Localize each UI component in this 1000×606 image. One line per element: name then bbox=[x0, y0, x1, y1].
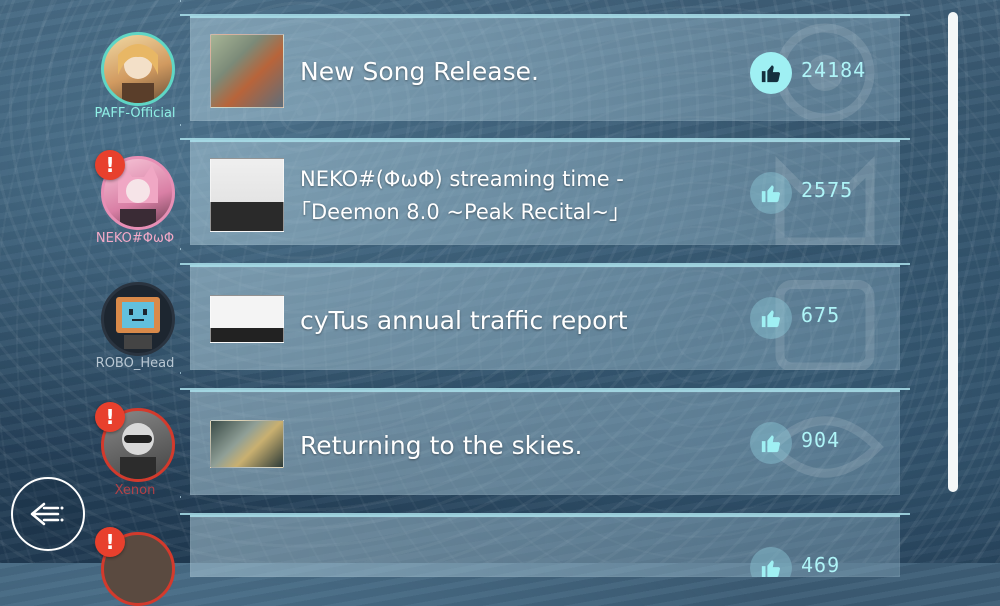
timeline-divider bbox=[180, 0, 181, 563]
post-thumbnail bbox=[210, 158, 284, 232]
user-portrait-icon bbox=[118, 44, 158, 103]
post-card[interactable]: NEKO#(ΦωΦ) streaming time - 「Deemon 8.0 … bbox=[190, 140, 900, 245]
post-thumbnail bbox=[210, 295, 284, 343]
like-count: 2575 bbox=[801, 178, 854, 202]
thumbs-up-icon bbox=[761, 435, 781, 453]
post-card[interactable]: New Song Release. 24184 bbox=[190, 16, 900, 121]
like-button[interactable] bbox=[750, 547, 792, 577]
like-button[interactable] bbox=[750, 52, 792, 94]
back-button[interactable] bbox=[11, 477, 85, 551]
post-card[interactable]: 469 bbox=[190, 515, 900, 577]
post-card[interactable]: cyTus annual traffic report 675 bbox=[190, 265, 900, 370]
robot-head-icon bbox=[116, 297, 160, 349]
like-count: 469 bbox=[801, 553, 841, 577]
username-label: PAFF-Official bbox=[94, 106, 176, 121]
username-label: NEKO#ΦωΦ bbox=[95, 231, 175, 246]
like-count: 904 bbox=[801, 428, 841, 452]
alert-badge-icon: ! bbox=[95, 402, 125, 432]
username-label: Xenon bbox=[114, 483, 156, 498]
username-label: ROBO_Head bbox=[95, 356, 175, 371]
thumbs-up-icon bbox=[761, 185, 781, 203]
like-button[interactable] bbox=[750, 422, 792, 464]
like-button[interactable] bbox=[750, 297, 792, 339]
post-title: Returning to the skies. bbox=[300, 431, 583, 460]
back-arrow-icon bbox=[30, 502, 64, 526]
avatar[interactable] bbox=[101, 32, 175, 106]
post-title-line-1: NEKO#(ΦωΦ) streaming time - bbox=[300, 167, 624, 191]
post-title: New Song Release. bbox=[300, 57, 539, 86]
thumbs-up-icon bbox=[761, 310, 781, 328]
scrollbar-thumb[interactable] bbox=[948, 12, 958, 492]
post-thumbnail bbox=[210, 34, 284, 108]
post-thumbnail bbox=[210, 420, 284, 468]
alert-badge-icon: ! bbox=[95, 527, 125, 557]
thumbs-up-icon bbox=[761, 65, 781, 83]
like-count: 24184 bbox=[801, 58, 867, 82]
avatar[interactable] bbox=[101, 282, 175, 356]
alert-badge-icon: ! bbox=[95, 150, 125, 180]
like-button[interactable] bbox=[750, 172, 792, 214]
post-title-line-2: 「Deemon 8.0 ~Peak Recital~」 bbox=[290, 200, 630, 224]
thumbs-up-icon bbox=[761, 560, 781, 577]
like-count: 675 bbox=[801, 303, 841, 327]
post-title: cyTus annual traffic report bbox=[300, 306, 628, 335]
post-card[interactable]: Returning to the skies. 904 bbox=[190, 390, 900, 495]
